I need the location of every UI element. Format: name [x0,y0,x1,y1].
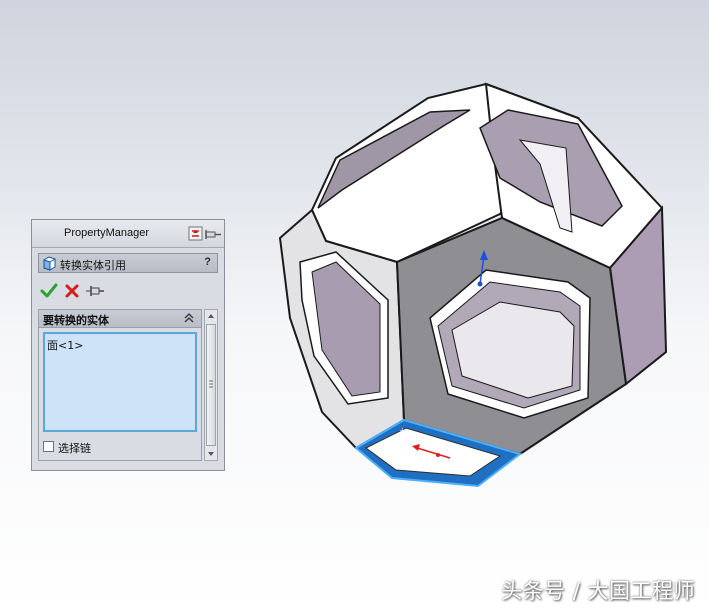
scroll-up-icon[interactable] [205,310,217,322]
selection-listbox[interactable]: 面<1> [43,332,197,432]
cad-model[interactable]: + [278,82,668,488]
select-chain-checkbox[interactable] [43,441,54,452]
scroll-down-icon[interactable] [205,448,217,460]
feature-header: 转换实体引用 ? [38,253,218,273]
feature-title: 转换实体引用 [60,259,126,272]
group-header[interactable]: 要转换的实体 [39,310,201,328]
group-title: 要转换的实体 [43,314,109,327]
watermark: 头条号 / 大国工程师 [501,579,695,603]
collapse-icon[interactable] [183,311,195,325]
action-buttons [40,282,120,300]
scrollbar-thumb[interactable] [206,324,216,446]
sketch-origin-point [436,453,440,457]
property-manager-title-buttons [188,226,222,242]
select-chain-option[interactable]: 选择链 [43,439,163,455]
property-manager-titlebar: PropertyManager [32,220,224,248]
pushpin-icon[interactable] [86,282,104,300]
help-button[interactable]: ? [204,256,211,268]
select-chain-label: 选择链 [58,442,91,455]
convert-entities-icon [43,256,56,271]
pushpin-icon[interactable] [205,230,221,239]
property-manager-title: PropertyManager [64,227,149,239]
grip-icon [209,380,213,388]
panel-scrollbar[interactable] [204,309,218,461]
property-manager-panel: PropertyManager 转换实体引用 ? 要转换的实体 面<1> 选择链 [31,219,225,471]
x-icon[interactable] [63,282,81,300]
plane-corner-marker: + [399,426,406,435]
checkmark-icon[interactable] [40,282,58,300]
entities-to-convert-group: 要转换的实体 面<1> 选择链 [38,309,202,461]
triad-origin [477,281,483,287]
list-item[interactable]: 面<1> [47,337,83,353]
expand-panel-icon[interactable] [188,226,203,241]
